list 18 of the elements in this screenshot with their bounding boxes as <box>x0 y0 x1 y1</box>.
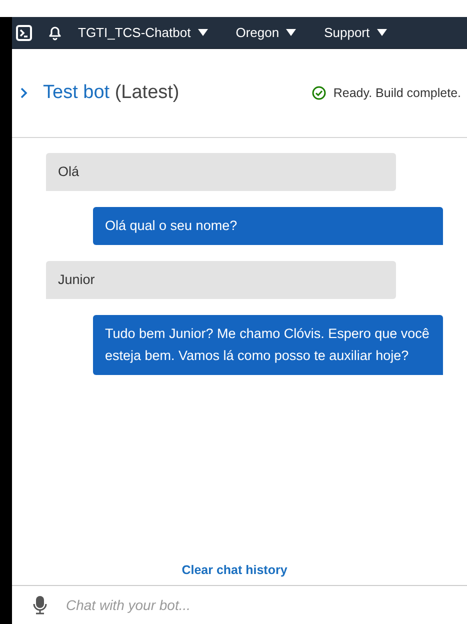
status-text: Ready. Build complete. <box>333 86 461 100</box>
nav-dropdown[interactable]: TGTI_TCS-Chatbot <box>78 25 208 40</box>
bot-message: Olá qual o seu nome? <box>93 207 443 245</box>
caret-icon <box>376 28 387 36</box>
check-circle-icon <box>312 86 326 100</box>
nav-dropdown[interactable]: Support <box>324 25 387 40</box>
user-message: Olá <box>46 153 396 191</box>
user-message: Junior <box>46 261 396 299</box>
clear-history-link[interactable]: Clear chat history <box>182 563 288 577</box>
bot-message: Tudo bem Junior? Me chamo Clóvis. Espero que você esteja bem. Vamos lá como posso te auxiliar hoje? <box>93 315 443 375</box>
panel-title: Test bot (Latest) <box>43 82 180 104</box>
nav-dropdown[interactable]: Oregon <box>236 25 296 40</box>
microphone-icon[interactable] <box>33 595 47 615</box>
terminal-icon[interactable] <box>16 24 32 40</box>
caret-icon <box>198 28 208 36</box>
caret-icon <box>286 28 296 36</box>
chevron-icon[interactable] <box>20 87 28 99</box>
chat-input[interactable]: Chat with your bot... <box>66 597 416 613</box>
